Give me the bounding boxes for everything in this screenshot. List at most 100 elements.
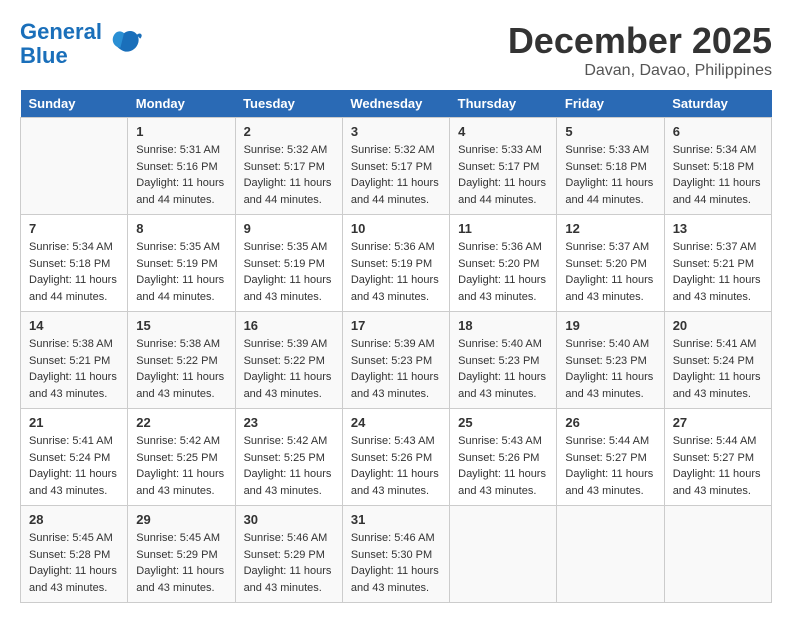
day-number: 26 [565, 415, 655, 430]
day-info: Sunrise: 5:41 AM Sunset: 5:24 PM Dayligh… [673, 336, 763, 402]
logo: General Blue [20, 20, 142, 68]
calendar-cell: 4 Sunrise: 5:33 AM Sunset: 5:17 PM Daylig… [450, 118, 557, 215]
day-number: 29 [136, 512, 226, 527]
calendar-cell: 18 Sunrise: 5:40 AM Sunset: 5:23 PM Dayli… [450, 312, 557, 409]
header-tuesday: Tuesday [235, 90, 342, 118]
calendar-cell: 9 Sunrise: 5:35 AM Sunset: 5:19 PM Daylig… [235, 215, 342, 312]
day-info: Sunrise: 5:39 AM Sunset: 5:22 PM Dayligh… [244, 336, 334, 402]
day-info: Sunrise: 5:35 AM Sunset: 5:19 PM Dayligh… [136, 239, 226, 305]
location-text: Davan, Davao, Philippines [508, 62, 772, 80]
calendar-week-row: 21Sunrise: 5:41 AM Sunset: 5:24 PM Dayli… [21, 409, 772, 506]
day-info: Sunrise: 5:31 AM Sunset: 5:16 PM Dayligh… [136, 142, 226, 208]
calendar-cell: 11 Sunrise: 5:36 AM Sunset: 5:20 PM Dayli… [450, 215, 557, 312]
day-info: Sunrise: 5:38 AM Sunset: 5:21 PM Dayligh… [29, 336, 119, 402]
calendar-cell: 23 Sunrise: 5:42 AM Sunset: 5:25 PM Dayli… [235, 409, 342, 506]
day-number: 13 [673, 221, 763, 236]
calendar-cell [21, 118, 128, 215]
day-number: 16 [244, 318, 334, 333]
day-info: Sunrise: 5:41 AM Sunset: 5:24 PM Dayligh… [29, 433, 119, 499]
calendar-week-row: 7 Sunrise: 5:34 AM Sunset: 5:18 PM Daylig… [21, 215, 772, 312]
calendar-cell: 13 Sunrise: 5:37 AM Sunset: 5:21 PM Dayli… [664, 215, 771, 312]
calendar-header-row: SundayMondayTuesdayWednesdayThursdayFrid… [21, 90, 772, 118]
calendar-cell: 2 Sunrise: 5:32 AM Sunset: 5:17 PM Daylig… [235, 118, 342, 215]
calendar-cell: 26 Sunrise: 5:44 AM Sunset: 5:27 PM Dayli… [557, 409, 664, 506]
day-number: 18 [458, 318, 548, 333]
calendar-cell: 28Sunrise: 5:45 AM Sunset: 5:28 PM Dayli… [21, 506, 128, 603]
calendar-cell: 27Sunrise: 5:44 AM Sunset: 5:27 PM Dayli… [664, 409, 771, 506]
day-info: Sunrise: 5:45 AM Sunset: 5:29 PM Dayligh… [136, 530, 226, 596]
day-number: 11 [458, 221, 548, 236]
calendar-cell: 25 Sunrise: 5:43 AM Sunset: 5:26 PM Dayli… [450, 409, 557, 506]
day-number: 2 [244, 124, 334, 139]
day-number: 3 [351, 124, 441, 139]
day-info: Sunrise: 5:36 AM Sunset: 5:19 PM Dayligh… [351, 239, 441, 305]
day-number: 1 [136, 124, 226, 139]
calendar-table: SundayMondayTuesdayWednesdayThursdayFrid… [20, 90, 772, 603]
day-number: 28 [29, 512, 119, 527]
day-info: Sunrise: 5:35 AM Sunset: 5:19 PM Dayligh… [244, 239, 334, 305]
calendar-cell: 24Sunrise: 5:43 AM Sunset: 5:26 PM Dayli… [342, 409, 449, 506]
header-thursday: Thursday [450, 90, 557, 118]
calendar-cell: 20 Sunrise: 5:41 AM Sunset: 5:24 PM Dayli… [664, 312, 771, 409]
day-info: Sunrise: 5:33 AM Sunset: 5:18 PM Dayligh… [565, 142, 655, 208]
calendar-week-row: 1 Sunrise: 5:31 AM Sunset: 5:16 PM Daylig… [21, 118, 772, 215]
day-number: 31 [351, 512, 441, 527]
header-friday: Friday [557, 90, 664, 118]
day-number: 7 [29, 221, 119, 236]
day-info: Sunrise: 5:44 AM Sunset: 5:27 PM Dayligh… [673, 433, 763, 499]
day-info: Sunrise: 5:44 AM Sunset: 5:27 PM Dayligh… [565, 433, 655, 499]
day-number: 22 [136, 415, 226, 430]
day-number: 24 [351, 415, 441, 430]
calendar-cell: 1 Sunrise: 5:31 AM Sunset: 5:16 PM Daylig… [128, 118, 235, 215]
day-info: Sunrise: 5:40 AM Sunset: 5:23 PM Dayligh… [565, 336, 655, 402]
day-info: Sunrise: 5:33 AM Sunset: 5:17 PM Dayligh… [458, 142, 548, 208]
calendar-week-row: 28Sunrise: 5:45 AM Sunset: 5:28 PM Dayli… [21, 506, 772, 603]
calendar-cell: 22 Sunrise: 5:42 AM Sunset: 5:25 PM Dayli… [128, 409, 235, 506]
header-sunday: Sunday [21, 90, 128, 118]
day-number: 4 [458, 124, 548, 139]
day-info: Sunrise: 5:34 AM Sunset: 5:18 PM Dayligh… [673, 142, 763, 208]
calendar-cell: 12 Sunrise: 5:37 AM Sunset: 5:20 PM Dayli… [557, 215, 664, 312]
day-info: Sunrise: 5:34 AM Sunset: 5:18 PM Dayligh… [29, 239, 119, 305]
logo-bird-icon [106, 26, 142, 62]
day-info: Sunrise: 5:46 AM Sunset: 5:29 PM Dayligh… [244, 530, 334, 596]
day-number: 20 [673, 318, 763, 333]
day-number: 30 [244, 512, 334, 527]
day-number: 14 [29, 318, 119, 333]
day-number: 19 [565, 318, 655, 333]
calendar-cell: 30 Sunrise: 5:46 AM Sunset: 5:29 PM Dayli… [235, 506, 342, 603]
calendar-cell: 16 Sunrise: 5:39 AM Sunset: 5:22 PM Dayli… [235, 312, 342, 409]
calendar-cell: 31 Sunrise: 5:46 AM Sunset: 5:30 PM Dayli… [342, 506, 449, 603]
page-header: General Blue December 2025 Davan, Davao,… [20, 20, 772, 80]
calendar-cell: 6 Sunrise: 5:34 AM Sunset: 5:18 PM Daylig… [664, 118, 771, 215]
day-info: Sunrise: 5:39 AM Sunset: 5:23 PM Dayligh… [351, 336, 441, 402]
day-info: Sunrise: 5:46 AM Sunset: 5:30 PM Dayligh… [351, 530, 441, 596]
calendar-cell: 15Sunrise: 5:38 AM Sunset: 5:22 PM Dayli… [128, 312, 235, 409]
day-info: Sunrise: 5:37 AM Sunset: 5:21 PM Dayligh… [673, 239, 763, 305]
day-number: 10 [351, 221, 441, 236]
calendar-cell: 10 Sunrise: 5:36 AM Sunset: 5:19 PM Dayli… [342, 215, 449, 312]
day-info: Sunrise: 5:37 AM Sunset: 5:20 PM Dayligh… [565, 239, 655, 305]
calendar-cell: 5Sunrise: 5:33 AM Sunset: 5:18 PM Daylig… [557, 118, 664, 215]
day-number: 15 [136, 318, 226, 333]
header-wednesday: Wednesday [342, 90, 449, 118]
day-number: 25 [458, 415, 548, 430]
day-number: 23 [244, 415, 334, 430]
day-info: Sunrise: 5:43 AM Sunset: 5:26 PM Dayligh… [458, 433, 548, 499]
day-info: Sunrise: 5:36 AM Sunset: 5:20 PM Dayligh… [458, 239, 548, 305]
day-number: 6 [673, 124, 763, 139]
day-info: Sunrise: 5:42 AM Sunset: 5:25 PM Dayligh… [136, 433, 226, 499]
day-number: 8 [136, 221, 226, 236]
header-saturday: Saturday [664, 90, 771, 118]
day-info: Sunrise: 5:32 AM Sunset: 5:17 PM Dayligh… [244, 142, 334, 208]
day-info: Sunrise: 5:42 AM Sunset: 5:25 PM Dayligh… [244, 433, 334, 499]
day-number: 9 [244, 221, 334, 236]
month-year-title: December 2025 [508, 20, 772, 62]
calendar-cell: 21Sunrise: 5:41 AM Sunset: 5:24 PM Dayli… [21, 409, 128, 506]
day-info: Sunrise: 5:32 AM Sunset: 5:17 PM Dayligh… [351, 142, 441, 208]
day-info: Sunrise: 5:40 AM Sunset: 5:23 PM Dayligh… [458, 336, 548, 402]
day-number: 12 [565, 221, 655, 236]
calendar-cell: 14 Sunrise: 5:38 AM Sunset: 5:21 PM Dayli… [21, 312, 128, 409]
calendar-week-row: 14 Sunrise: 5:38 AM Sunset: 5:21 PM Dayli… [21, 312, 772, 409]
calendar-cell: 19 Sunrise: 5:40 AM Sunset: 5:23 PM Dayli… [557, 312, 664, 409]
